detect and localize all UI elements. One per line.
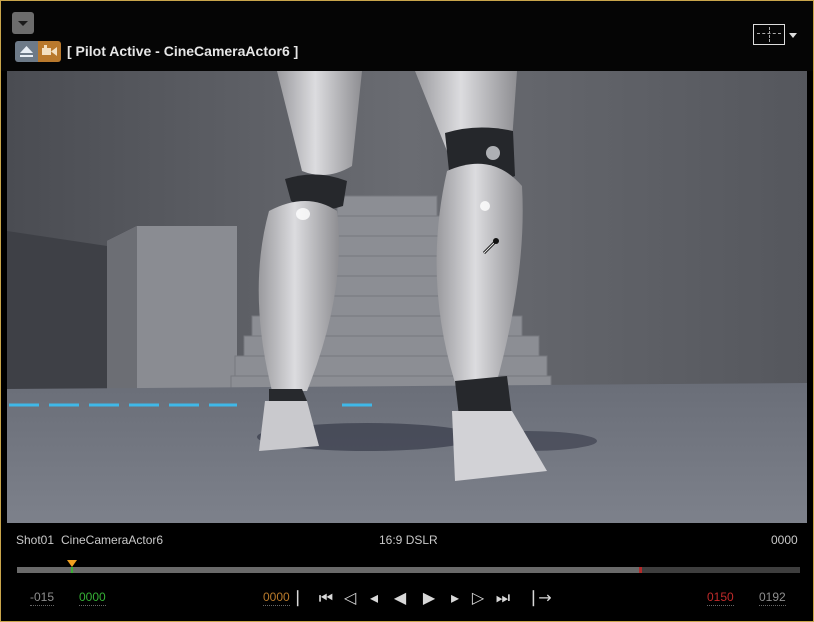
timeline-scrubber[interactable] bbox=[17, 567, 800, 573]
view-end-field[interactable]: 0192 bbox=[759, 590, 786, 606]
playback-range bbox=[17, 567, 639, 573]
loop-mode-button[interactable]: → bbox=[535, 588, 555, 608]
jump-to-end-button[interactable]: ⎹ bbox=[516, 588, 536, 608]
eject-icon[interactable] bbox=[15, 41, 38, 62]
play-reverse-icon: ◀ bbox=[393, 588, 407, 607]
filmback-label: 16:9 DSLR bbox=[379, 533, 438, 547]
next-key-icon: ▷ bbox=[471, 588, 485, 607]
jump-end-icon: ⎹ bbox=[517, 588, 534, 607]
scene-render bbox=[7, 71, 807, 523]
prev-key-icon: ◁ bbox=[343, 588, 357, 607]
step-forward-frame-icon: ▸ bbox=[450, 588, 460, 607]
playback-start-field[interactable]: 0000 bbox=[79, 590, 106, 606]
arrow-right-icon: → bbox=[538, 588, 552, 607]
camera-name: CineCameraActor6 bbox=[61, 533, 164, 547]
current-time-field[interactable]: 0000 bbox=[263, 590, 290, 606]
step-forward-key-icon: ⏭ bbox=[495, 588, 511, 607]
layout-dropdown-icon[interactable] bbox=[789, 33, 797, 38]
jump-to-start-button[interactable]: ⎸ bbox=[295, 588, 315, 608]
pilot-camera-icon[interactable] bbox=[38, 41, 61, 62]
step-forward-key-button[interactable]: ⏭ bbox=[493, 588, 513, 608]
playhead-line bbox=[71, 567, 73, 573]
next-key-button[interactable]: ▷ bbox=[468, 588, 488, 608]
jump-start-icon: ⎸ bbox=[296, 588, 313, 607]
view-start-field[interactable]: -015 bbox=[30, 590, 55, 606]
step-back-frame-button[interactable]: ◂ bbox=[364, 588, 384, 608]
playback-end-marker[interactable] bbox=[639, 567, 642, 573]
playback-end-field[interactable]: 0150 bbox=[707, 590, 734, 606]
step-forward-frame-button[interactable]: ▸ bbox=[445, 588, 465, 608]
pilot-active-label: [ Pilot Active - CineCameraActor6 ] bbox=[67, 43, 299, 59]
current-frame-readout: 0000 bbox=[771, 533, 798, 547]
play-button[interactable]: ▶ bbox=[419, 588, 439, 608]
playhead-icon[interactable] bbox=[67, 560, 77, 567]
play-icon: ▶ bbox=[422, 588, 436, 607]
prev-key-button[interactable]: ◁ bbox=[340, 588, 360, 608]
play-reverse-button[interactable]: ◀ bbox=[390, 588, 410, 608]
step-back-key-button[interactable]: ⏮ bbox=[316, 588, 336, 608]
scene-viewport[interactable] bbox=[7, 71, 807, 523]
step-back-frame-icon: ◂ bbox=[369, 588, 379, 607]
viewport-toolbar: [ Pilot Active - CineCameraActor6 ] bbox=[1, 1, 813, 71]
shot-name: Shot01 bbox=[16, 533, 55, 547]
viewport-window: [ Pilot Active - CineCameraActor6 ] Shot… bbox=[0, 0, 814, 622]
layout-grid-icon[interactable] bbox=[753, 24, 785, 45]
step-back-key-icon: ⏮ bbox=[318, 588, 334, 607]
dropdown-icon[interactable] bbox=[12, 12, 34, 34]
